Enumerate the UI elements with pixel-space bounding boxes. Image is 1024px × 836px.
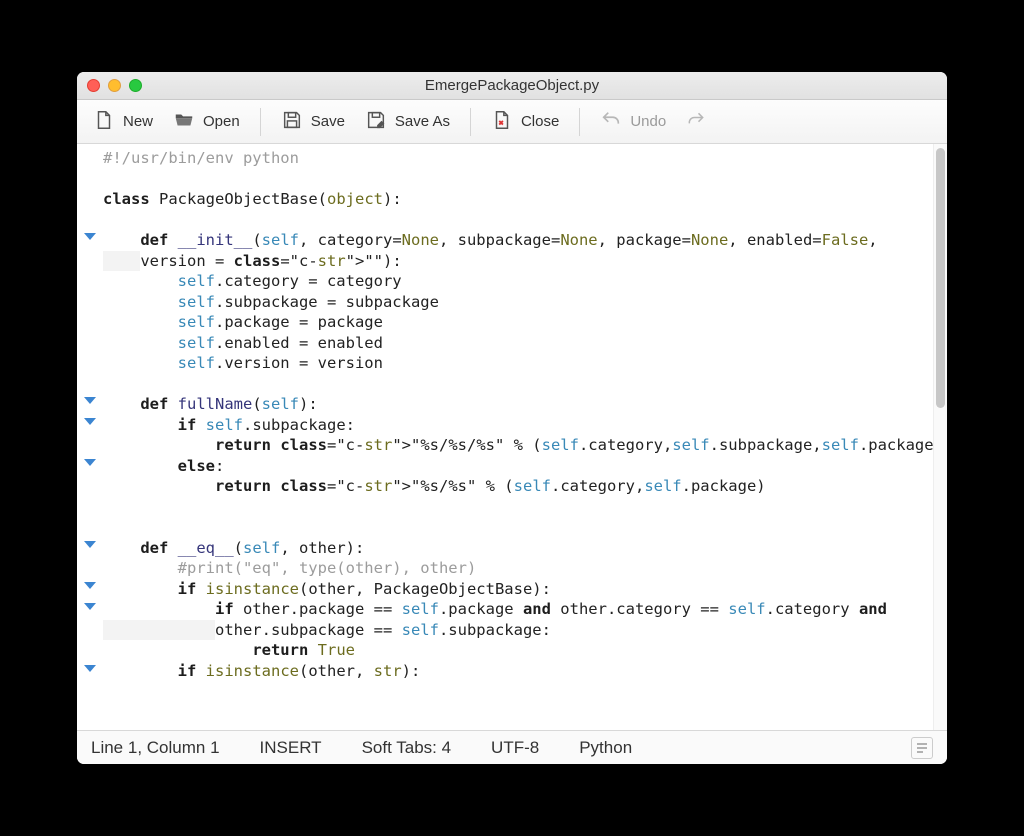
new-button[interactable]: New xyxy=(83,105,163,139)
fold-marker[interactable] xyxy=(84,665,96,672)
vertical-scrollbar[interactable] xyxy=(933,144,947,730)
encoding[interactable]: UTF-8 xyxy=(491,738,539,758)
save-as-button[interactable]: Save As xyxy=(355,105,460,139)
new-file-icon xyxy=(93,109,115,135)
toolbar-separator xyxy=(260,108,261,136)
save-icon xyxy=(281,109,303,135)
close-file-icon xyxy=(491,109,513,135)
edit-mode[interactable]: INSERT xyxy=(260,738,322,758)
fold-marker[interactable] xyxy=(84,603,96,610)
maximize-window-button[interactable] xyxy=(129,79,142,92)
fold-marker[interactable] xyxy=(84,541,96,548)
editor-window: EmergePackageObject.py New Open xyxy=(77,72,947,764)
editor-area: #!/usr/bin/env python class PackageObjec… xyxy=(77,144,947,730)
save-as-icon xyxy=(365,109,387,135)
window-controls xyxy=(87,79,142,92)
toolbar: New Open Save xyxy=(77,100,947,144)
open-label: Open xyxy=(203,113,240,130)
cursor-position[interactable]: Line 1, Column 1 xyxy=(91,738,220,758)
language-mode[interactable]: Python xyxy=(579,738,632,758)
window-title: EmergePackageObject.py xyxy=(77,77,947,94)
save-as-label: Save As xyxy=(395,113,450,130)
fold-marker[interactable] xyxy=(84,459,96,466)
fold-marker[interactable] xyxy=(84,582,96,589)
code-editor[interactable]: #!/usr/bin/env python class PackageObjec… xyxy=(103,144,933,730)
undo-label: Undo xyxy=(630,113,666,130)
options-icon[interactable] xyxy=(911,737,933,759)
titlebar: EmergePackageObject.py xyxy=(77,72,947,100)
indent-mode[interactable]: Soft Tabs: 4 xyxy=(362,738,451,758)
undo-icon xyxy=(600,109,622,135)
folder-open-icon xyxy=(173,109,195,135)
undo-button[interactable]: Undo xyxy=(590,105,676,139)
fold-marker[interactable] xyxy=(84,233,96,240)
fold-gutter[interactable] xyxy=(77,144,103,730)
fold-marker[interactable] xyxy=(84,397,96,404)
statusbar: Line 1, Column 1 INSERT Soft Tabs: 4 UTF… xyxy=(77,730,947,764)
save-button[interactable]: Save xyxy=(271,105,355,139)
scroll-thumb[interactable] xyxy=(936,148,945,408)
close-button[interactable]: Close xyxy=(481,105,569,139)
new-label: New xyxy=(123,113,153,130)
redo-icon xyxy=(686,110,706,134)
open-button[interactable]: Open xyxy=(163,105,250,139)
minimize-window-button[interactable] xyxy=(108,79,121,92)
close-window-button[interactable] xyxy=(87,79,100,92)
save-label: Save xyxy=(311,113,345,130)
close-label: Close xyxy=(521,113,559,130)
redo-button[interactable] xyxy=(676,106,716,138)
toolbar-separator xyxy=(579,108,580,136)
fold-marker[interactable] xyxy=(84,418,96,425)
toolbar-separator xyxy=(470,108,471,136)
